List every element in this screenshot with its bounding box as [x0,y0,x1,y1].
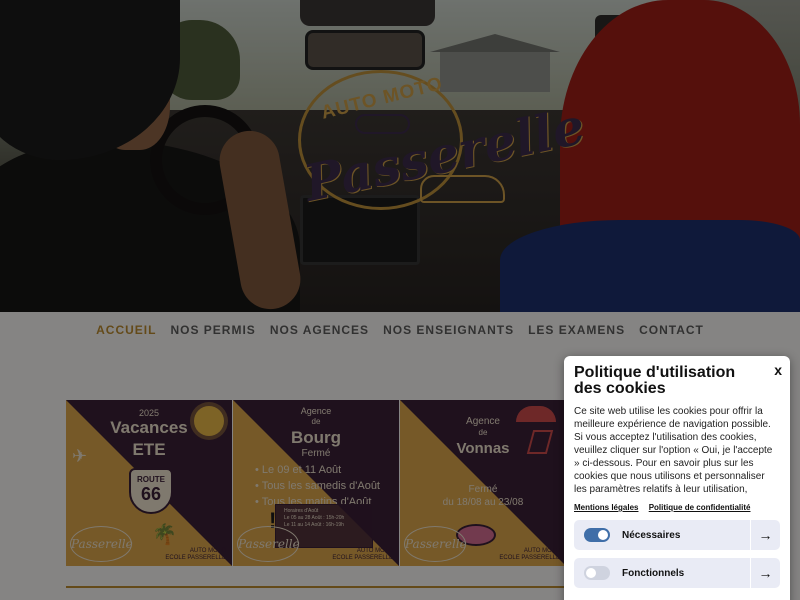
cookie-title: Politique d'utilisation des cookies [574,364,736,397]
cookie-consent-panel: x Politique d'utilisation des cookies Ce… [564,356,790,600]
toggle-knob [598,530,608,540]
category-label: Fonctionnels [622,567,685,579]
functional-toggle[interactable] [584,566,610,580]
category-label: Nécessaires [622,529,681,541]
arrow-right-icon[interactable]: → [750,520,780,550]
necessary-toggle[interactable] [584,528,610,542]
toggle-knob [586,568,596,578]
legal-notice-link[interactable]: Mentions légales [574,503,638,512]
cookie-links: Mentions légales Politique de confidenti… [574,503,780,512]
cookie-body: Ce site web utilise les cookies pour off… [574,406,773,495]
cookie-category-functional: Fonctionnels → [574,558,780,588]
privacy-policy-link[interactable]: Politique de confidentialité [649,503,751,512]
arrow-right-icon[interactable]: → [750,558,780,588]
close-button[interactable]: x [774,362,782,378]
cookie-category-necessary: Nécessaires → [574,520,780,550]
